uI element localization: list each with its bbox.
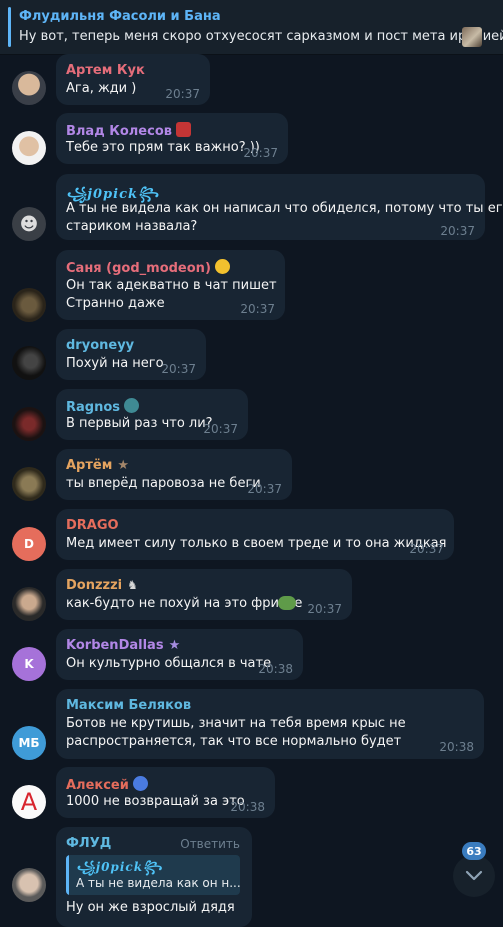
message-text: ты вперёд паровоза не беги (66, 476, 261, 491)
avatar[interactable] (12, 71, 46, 105)
message-bubble: dryoneyy Похуй на него 20:37 (56, 329, 206, 380)
avatar[interactable] (12, 346, 46, 380)
emoji-status-icon (124, 398, 140, 413)
sender-name[interactable]: ФЛУД (66, 836, 111, 851)
message-bubble: DRAGO Мед имеет силу только в своем тред… (56, 509, 454, 560)
message-text-line-2: распространяется, так что все нормально … (66, 734, 402, 749)
sender-name[interactable]: Алексей (66, 776, 148, 793)
reply-text: А ты не видела как он н... (76, 876, 240, 890)
emoji-status-icon (176, 122, 191, 137)
sender-name[interactable]: Влад Колесов (66, 122, 191, 139)
pinned-text: Ну вот, теперь меня скоро отхуесосят сар… (19, 29, 503, 44)
avatar[interactable]: D (12, 527, 46, 561)
message-text: Похуй на него (66, 356, 164, 371)
chevron-down-icon (465, 870, 483, 881)
reply-accent-bar (66, 855, 69, 895)
globe-icon (132, 776, 148, 791)
emoji-status-icon (214, 259, 230, 274)
sender-name[interactable]: Саня (god_modeon) (66, 259, 230, 276)
avatar[interactable] (12, 467, 46, 501)
sender-name-text: Donzzzi (66, 578, 123, 593)
avatar[interactable]: ☻ (12, 207, 46, 241)
message-bubble: ФЛУД Ответить ꧁j0pick꧂ А ты не видела ка… (56, 827, 252, 927)
sender-name[interactable]: Ragnos (66, 398, 140, 415)
avatar[interactable] (12, 587, 46, 621)
message-text: как-будто не похуй на это фричье (66, 596, 303, 611)
message-time: 20:37 (165, 87, 200, 101)
message-bubble: KorbenDallas ★ Он культурно общался в чат… (56, 629, 303, 680)
message-time: 20:37 (307, 602, 342, 616)
avatar-face-icon: ☻ (19, 213, 39, 235)
pinned-thumbnail (462, 27, 482, 47)
sender-name-text: KorbenDallas (66, 638, 164, 653)
sender-name[interactable]: Артём ★ (66, 458, 129, 473)
message-time: 20:37 (240, 302, 275, 316)
message-time: 20:37 (247, 482, 282, 496)
sender-name[interactable]: dryoneyy (66, 338, 134, 353)
message-text: 1000 не возвращай за это (66, 794, 245, 809)
message-time: 20:38 (439, 740, 474, 754)
message-text: Ага, жди ) (66, 81, 137, 96)
message-text: Ну он же взрослый дядя (66, 900, 235, 915)
star-icon: ★ (168, 638, 181, 653)
pinned-accent-bar (8, 7, 11, 47)
message-bubble: Максим Беляков Ботов не крутишь, значит … (56, 689, 484, 759)
pinned-title: Флудильня Фасоли и Бана (19, 9, 221, 24)
unread-count-badge: 63 (462, 842, 486, 860)
message-bubble: Donzzzi ♞ как-будто не похуй на это фричь… (56, 569, 352, 620)
sender-name[interactable]: Артем Кук (66, 63, 145, 78)
message-text: Мед имеет силу только в своем треде и то… (66, 536, 447, 551)
message-text: В первый раз что ли? (66, 416, 213, 431)
message-time: 20:37 (243, 146, 278, 160)
avatar[interactable] (12, 868, 46, 902)
sender-name-text: Влад Колесов (66, 124, 172, 139)
scroll-down-button[interactable] (453, 855, 495, 897)
sender-name[interactable]: Donzzzi ♞ (66, 578, 138, 593)
avatar[interactable]: K (12, 647, 46, 681)
avatar[interactable] (12, 407, 46, 441)
reply-quote[interactable]: ꧁j0pick꧂ А ты не видела как он н... (66, 855, 240, 895)
emoji-status-icon: ♞ (127, 578, 138, 592)
reply-button[interactable]: Ответить (180, 837, 240, 851)
emoji-frog-icon (278, 596, 296, 610)
message-text: Он культурно общался в чате (66, 656, 272, 671)
message-time: 20:38 (258, 662, 293, 676)
message-bubble: Артем Кук Ага, жди ) 20:37 (56, 54, 210, 105)
message-text-line-2: Странно даже (66, 296, 165, 311)
avatar[interactable]: МБ (12, 726, 46, 760)
message-bubble: Саня (god_modeon) Он так адекватно в чат… (56, 250, 285, 320)
sender-name[interactable]: KorbenDallas ★ (66, 638, 180, 653)
message-text-line-2: стариком назвала? (66, 219, 198, 234)
avatar[interactable] (12, 131, 46, 165)
message-bubble: Артём ★ ты вперёд паровоза не беги 20:37 (56, 449, 292, 500)
avatar[interactable]: A (12, 785, 46, 819)
star-icon: ★ (117, 458, 130, 473)
message-time: 20:37 (440, 224, 475, 238)
avatar[interactable] (12, 288, 46, 322)
sender-name-text: Артём (66, 458, 113, 473)
message-bubble: Ragnos В первый раз что ли? 20:37 (56, 389, 248, 440)
message-bubble: ꧁j0pick꧂ А ты не видела как он написал ч… (56, 174, 503, 240)
sender-name-text: Саня (god_modeon) (66, 261, 211, 276)
message-time: 20:37 (409, 542, 444, 556)
sender-name-text: Ragnos (66, 400, 121, 415)
message-time: 20:37 (161, 362, 196, 376)
message-text-line-1: А ты не видела как он написал что обидел… (66, 201, 503, 216)
sender-name[interactable]: Максим Беляков (66, 698, 191, 713)
message-time: 20:37 (203, 422, 238, 436)
message-time: 20:38 (230, 800, 265, 814)
sender-name[interactable]: DRAGO (66, 518, 119, 533)
avatar-letter: A (20, 788, 38, 816)
message-text-line-1: Ботов не крутишь, значит на тебя время к… (66, 716, 406, 731)
message-bubble: Влад Колесов Тебе это прям так важно? ))… (56, 113, 288, 164)
message-text: Тебе это прям так важно? )) (66, 140, 260, 155)
pinned-message[interactable]: Флудильня Фасоли и Бана Ну вот, теперь м… (0, 0, 503, 55)
message-text-line-1: Он так адекватно в чат пишет (66, 278, 277, 293)
sender-name-text: Алексей (66, 778, 129, 793)
message-bubble: Алексей 1000 не возвращай за это 20:38 (56, 767, 275, 818)
